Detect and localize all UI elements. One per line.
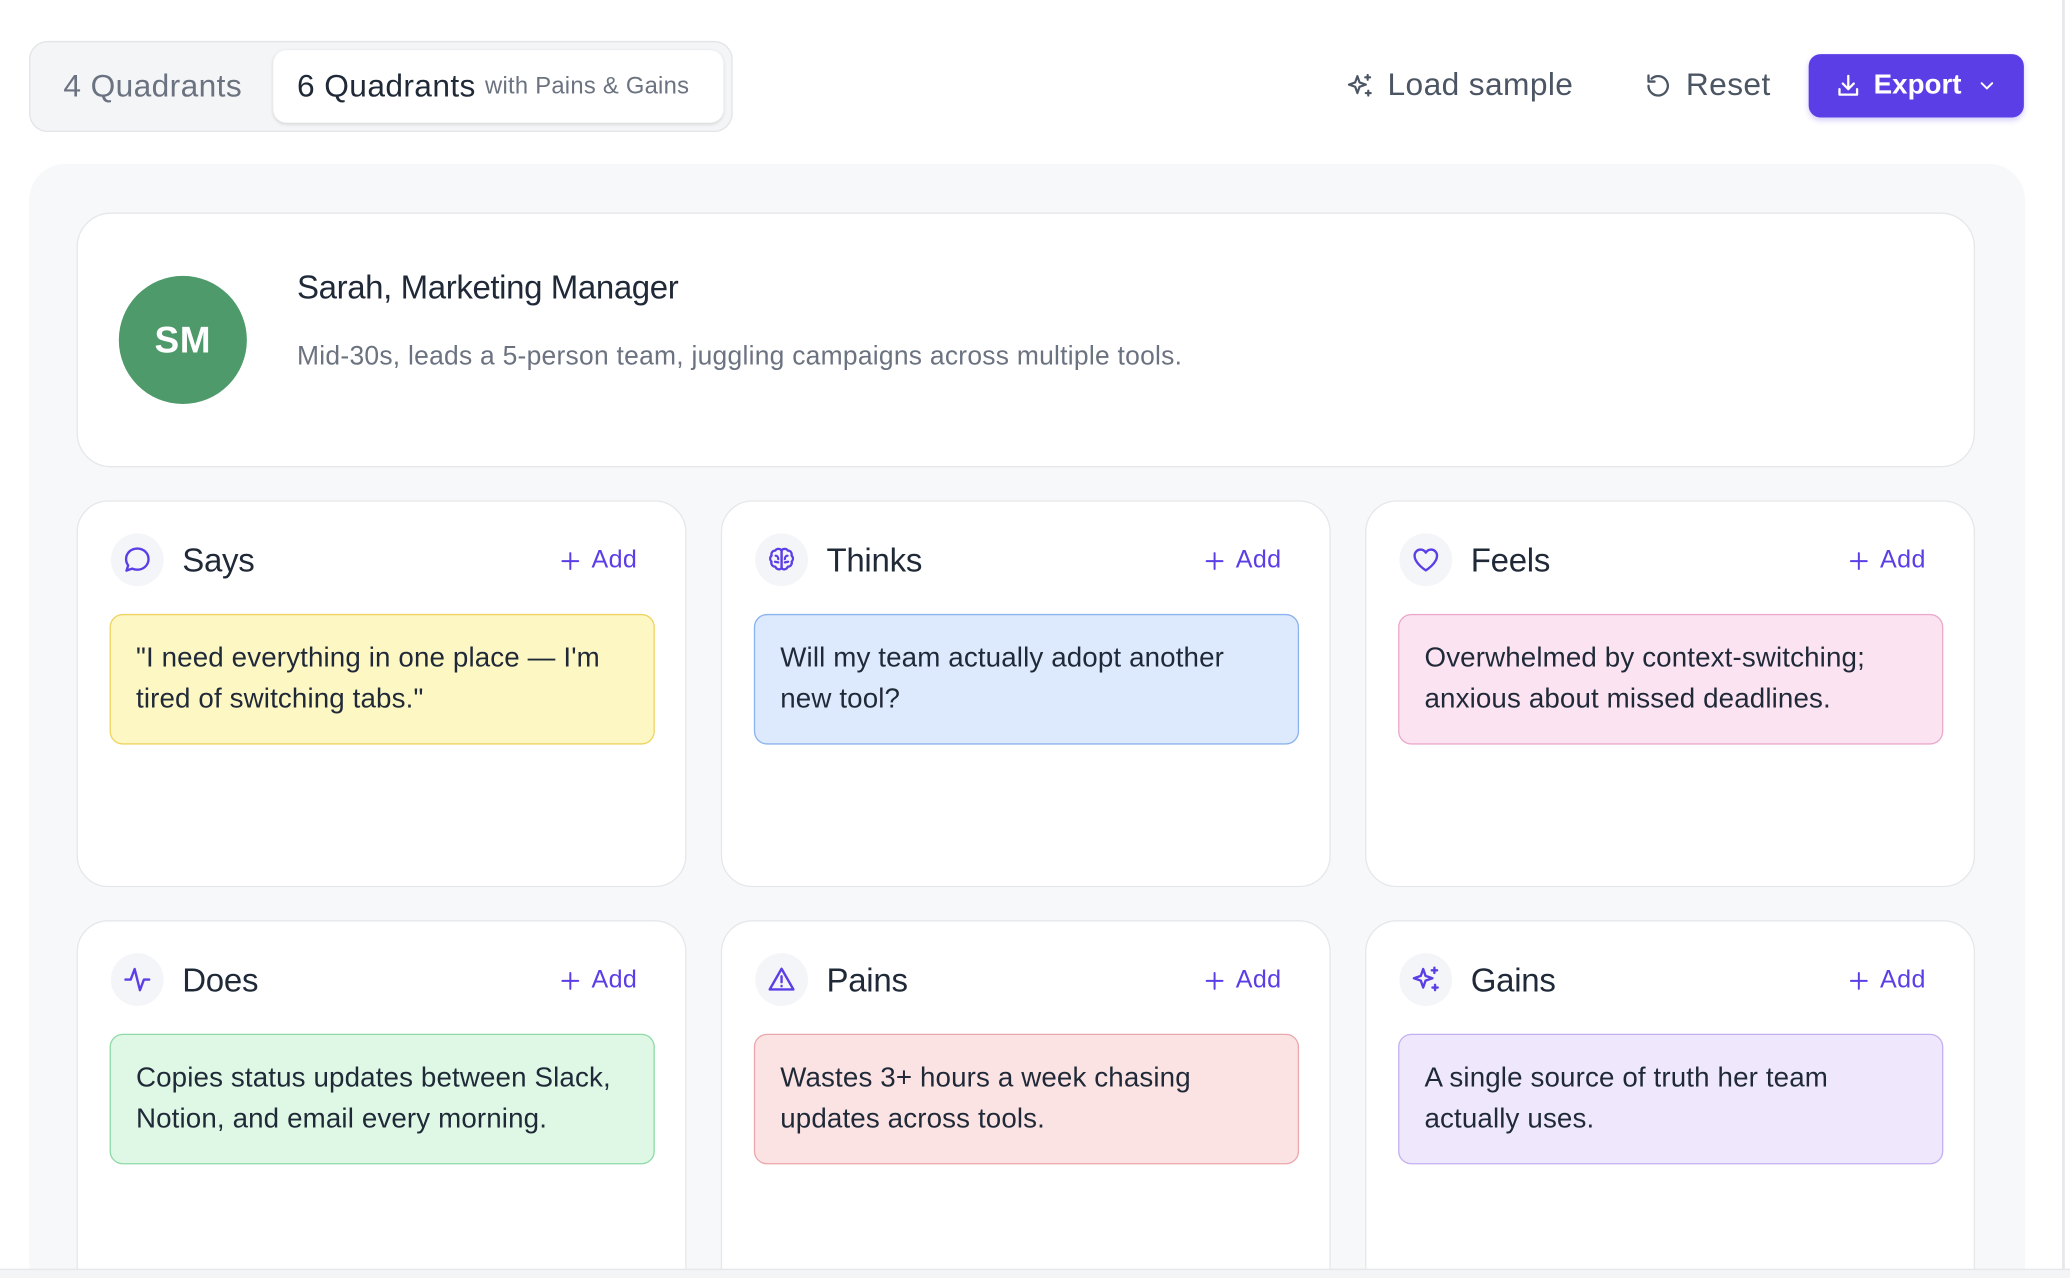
brain-icon [769, 547, 795, 571]
persona-card: SM Sarah, Marketing Manager Mid-30s, lea… [76, 212, 1976, 468]
load-sample-label: Load sample [1387, 67, 1574, 103]
sticky-note[interactable]: "I need everything in one place — I'm ti… [109, 613, 655, 745]
add-label: Add [591, 966, 638, 995]
quadrant-feels: Feels Add Overwhelmed by context-switchi… [1365, 500, 1976, 888]
speech-bubble-icon [124, 547, 150, 572]
sticky-note[interactable]: Will my team actually adopt another new … [753, 613, 1300, 745]
mode-6-sublabel: with Pains & Gains [485, 72, 690, 100]
add-label: Add [1235, 966, 1282, 995]
add-note-button-thinks[interactable]: Add [1203, 544, 1282, 578]
page-edge [2062, 0, 2065, 1278]
mode-4-quadrants-button[interactable]: 4 Quadrants [41, 50, 279, 123]
sparkles-icon [1412, 966, 1439, 992]
export-label: Export [1873, 69, 1962, 101]
quadrant-icon-wrap [110, 953, 164, 1006]
quadrant-title: Feels [1470, 542, 1551, 580]
plus-icon [1849, 971, 1868, 990]
load-sample-button[interactable]: Load sample [1345, 55, 1573, 116]
sticky-note[interactable]: A single source of truth her team actual… [1398, 1033, 1944, 1165]
export-button[interactable]: Export [1808, 54, 2024, 118]
sticky-note[interactable]: Copies status updates between Slack, Not… [109, 1033, 655, 1165]
mode-6-label: 6 Quadrants [297, 67, 476, 104]
quadrant-title: Does [182, 962, 259, 1000]
quadrant-icon-wrap [1399, 533, 1453, 587]
add-note-button-feels[interactable]: Add [1847, 544, 1926, 578]
add-label: Add [591, 546, 638, 575]
add-note-button-pains[interactable]: Add [1203, 964, 1282, 998]
sticky-note[interactable]: Wastes 3+ hours a week chasing updates a… [753, 1033, 1300, 1165]
plus-icon [1849, 552, 1868, 570]
chevron-down-icon [1980, 82, 1993, 90]
quadrant-gains: Gains Add A single source of truth her t… [1365, 920, 1976, 1278]
rotate-ccw-icon [1647, 74, 1669, 97]
activity-icon [124, 967, 151, 992]
plus-icon [561, 971, 580, 990]
add-label: Add [1879, 966, 1926, 995]
add-note-button-does[interactable]: Add [558, 964, 637, 998]
quadrant-icon-wrap [755, 533, 808, 587]
quadrant-icon-wrap [755, 953, 808, 1006]
persona-description[interactable]: Mid-30s, leads a 5-person team, juggling… [297, 342, 1182, 372]
download-icon [1838, 74, 1859, 96]
reset-button[interactable]: Reset [1644, 55, 1771, 116]
mode-6-quadrants-button[interactable]: 6 Quadrants with Pains & Gains [273, 50, 724, 123]
quadrant-icon-wrap [110, 533, 164, 587]
quadrant-pains: Pains Add Wastes 3+ hours a week chasing… [720, 920, 1331, 1278]
page-edge [0, 1268, 2070, 1278]
sticky-note[interactable]: Overwhelmed by context-switching; anxiou… [1398, 613, 1944, 745]
persona-name[interactable]: Sarah, Marketing Manager [297, 269, 679, 307]
quadrant-icon-wrap [1399, 953, 1453, 1006]
quadrant-title: Pains [826, 962, 908, 1000]
quadrant-title: Gains [1470, 962, 1556, 1000]
quadrant-says: Says Add "I need everything in one place… [76, 500, 687, 888]
heart-icon [1413, 548, 1439, 572]
plus-icon [561, 552, 580, 570]
quadrant-thinks: Thinks Add Will my team actually adopt a… [720, 500, 1331, 888]
quadrant-does: Does Add Copies status updates between S… [76, 920, 687, 1278]
warning-triangle-icon [768, 967, 795, 991]
add-label: Add [1879, 546, 1926, 575]
add-note-button-gains[interactable]: Add [1847, 964, 1926, 998]
reset-label: Reset [1685, 67, 1771, 103]
quadrant-mode-toggle: 4 Quadrants 6 Quadrants with Pains & Gai… [29, 40, 733, 133]
app-root: 4 Quadrants 6 Quadrants with Pains & Gai… [0, 0, 2070, 1278]
add-label: Add [1235, 546, 1282, 575]
mode-4-label: 4 Quadrants [63, 67, 243, 104]
plus-icon [1205, 552, 1224, 570]
plus-icon [1205, 971, 1224, 990]
sparkles-icon [1347, 73, 1372, 97]
avatar[interactable]: SM [118, 275, 247, 404]
add-note-button-says[interactable]: Add [558, 544, 637, 578]
quadrant-title: Says [182, 542, 255, 580]
quadrant-title: Thinks [826, 542, 923, 580]
